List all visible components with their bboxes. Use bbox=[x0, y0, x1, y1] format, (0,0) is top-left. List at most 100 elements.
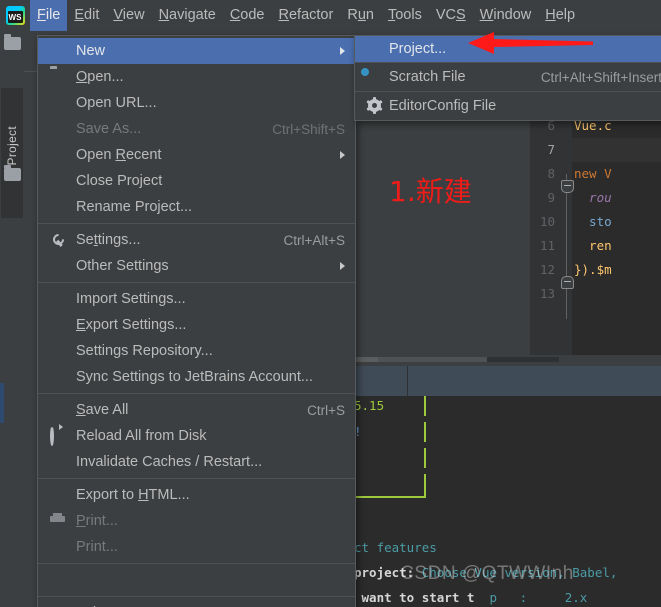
sidebar-item-project[interactable]: 1: Project bbox=[1, 88, 23, 218]
menu-item-export-settings[interactable]: Export Settings... bbox=[38, 312, 355, 338]
menu-item-rename-project[interactable]: Rename Project... bbox=[38, 194, 355, 220]
fold-collapse-icon[interactable] bbox=[561, 276, 574, 289]
menu-item-settings[interactable]: Settings... Ctrl+Alt+S bbox=[38, 227, 355, 253]
code-line: rou bbox=[574, 190, 612, 205]
line-number: 13 bbox=[539, 286, 555, 301]
line-number: 9 bbox=[547, 190, 555, 205]
menu-item-close-project[interactable]: Close Project bbox=[38, 168, 355, 194]
menu-item-label: Import Settings... bbox=[76, 291, 186, 307]
menu-item-shortcut: Ctrl+Alt+Shift+Insert bbox=[540, 69, 661, 85]
menu-item-label: Invalidate Caches / Restart... bbox=[76, 454, 263, 470]
menu-item-power-save-mode[interactable] bbox=[38, 567, 355, 593]
menu-item-label: Print... bbox=[76, 513, 118, 529]
submenu-item-editorconfig-file[interactable]: EditorConfig File bbox=[355, 92, 661, 120]
folder-icon-bottom[interactable] bbox=[4, 165, 21, 182]
code-line: sto bbox=[574, 214, 612, 229]
menu-item-label: Project... bbox=[389, 41, 447, 57]
menu-item-exit[interactable]: Exit bbox=[38, 600, 355, 607]
menubar-item-vcs[interactable]: VCS bbox=[429, 0, 473, 31]
menu-item-open-url[interactable]: Open URL... bbox=[38, 90, 355, 116]
menubar-item-refactor[interactable]: Refactor bbox=[272, 0, 341, 31]
scratch-file-icon bbox=[361, 68, 383, 85]
menubar-item-navigate[interactable]: Navigate bbox=[152, 0, 223, 31]
tool-window-tabs[interactable] bbox=[354, 366, 661, 396]
menu-item-reload-all-from-disk[interactable]: Reload All from Disk bbox=[38, 423, 355, 449]
menu-item-label: Close Project bbox=[76, 173, 163, 189]
menubar-item-edit[interactable]: Edit bbox=[67, 0, 106, 31]
menu-item-label: Open Recent bbox=[76, 147, 162, 163]
annotation-step-label: 1.新建 bbox=[389, 175, 472, 208]
menu-item-open[interactable]: Open... bbox=[38, 64, 355, 90]
code-folding-rail[interactable] bbox=[560, 114, 574, 372]
tool-tab-right[interactable] bbox=[408, 366, 661, 396]
active-tool-indicator bbox=[0, 383, 4, 423]
menu-item-label: Scratch File bbox=[389, 69, 466, 85]
menu-item-label: Settings Repository... bbox=[76, 343, 213, 359]
menubar-item-tools[interactable]: Tools bbox=[381, 0, 429, 31]
menu-item-save-all[interactable]: Save All Ctrl+S bbox=[38, 397, 355, 423]
menu-item-label: Settings... bbox=[76, 232, 141, 248]
menu-item-new[interactable]: New bbox=[38, 38, 355, 64]
menu-item-open-recent[interactable]: Open Recent bbox=[38, 142, 355, 168]
menubar-item-view[interactable]: View bbox=[106, 0, 151, 31]
gear-icon bbox=[366, 97, 383, 114]
submenu-item-scratch-file[interactable]: Scratch File Ctrl+Alt+Shift+Insert bbox=[355, 63, 661, 91]
code-text[interactable]: Vue.c new V rou sto ren }).$m bbox=[560, 114, 661, 372]
line-number: 7 bbox=[547, 142, 555, 157]
save-icon bbox=[50, 402, 66, 418]
main-menu-bar[interactable]: File Edit View Navigate Code Refactor Ru… bbox=[0, 0, 661, 31]
chevron-right-icon bbox=[340, 151, 345, 159]
webstorm-window: 1: Project 6 7 8 9 10 11 12 13 Vue.c new… bbox=[0, 0, 661, 607]
menu-item-label: Rename Project... bbox=[76, 199, 193, 215]
chevron-right-icon bbox=[340, 262, 345, 270]
menubar-item-help[interactable]: Help bbox=[538, 0, 582, 31]
menu-item-import-settings[interactable]: Import Settings... bbox=[38, 286, 355, 312]
file-menu-popup[interactable]: New Open... Open URL... Save As... Ctrl+… bbox=[37, 35, 356, 607]
terminal-prompt-text: want to start t bbox=[354, 590, 475, 605]
menu-item-label: Other Settings bbox=[76, 258, 169, 274]
menu-item-label: EditorConfig File bbox=[389, 98, 497, 114]
menu-item-settings-repository[interactable]: Settings Repository... bbox=[38, 338, 355, 364]
fold-collapse-icon[interactable] bbox=[561, 180, 574, 193]
menu-separator bbox=[38, 282, 355, 283]
menu-item-save-as: Save As... Ctrl+Shift+S bbox=[38, 116, 355, 142]
terminal-line: want to start t p : 2.x bbox=[354, 586, 588, 607]
menubar-item-code[interactable]: Code bbox=[223, 0, 272, 31]
tool-tab-left[interactable] bbox=[354, 366, 408, 396]
menu-item-label: Export Settings... bbox=[76, 317, 187, 333]
code-line: new V bbox=[574, 166, 612, 181]
menu-item-sync-settings[interactable]: Sync Settings to JetBrains Account... bbox=[38, 364, 355, 390]
header-segment bbox=[378, 357, 487, 362]
line-number: 10 bbox=[539, 214, 555, 229]
line-number: 11 bbox=[539, 238, 555, 253]
menu-item-label: Print... bbox=[76, 539, 118, 555]
chevron-right-icon bbox=[340, 47, 345, 55]
menu-item-export-to-html[interactable]: Export to HTML... bbox=[38, 482, 355, 508]
terminal-answer-text: p : 2.x bbox=[474, 590, 588, 605]
editor-gutter: 6 7 8 9 10 11 12 13 bbox=[530, 114, 560, 372]
folder-icon bbox=[50, 69, 66, 85]
menu-item-shortcut: Ctrl+Shift+S bbox=[272, 121, 345, 137]
header-segment bbox=[487, 357, 559, 362]
menubar-item-run[interactable]: Run bbox=[340, 0, 381, 31]
editor-body[interactable]: 6 7 8 9 10 11 12 13 Vue.c new V rou sto … bbox=[354, 114, 661, 372]
menubar-item-file[interactable]: File bbox=[30, 0, 68, 31]
menu-item-shortcut: Ctrl+Alt+S bbox=[283, 232, 345, 248]
menu-item-label: Save As... bbox=[76, 121, 142, 137]
menu-item-other-settings[interactable]: Other Settings bbox=[38, 253, 355, 279]
fold-guide-line bbox=[566, 174, 567, 319]
wrench-icon bbox=[50, 232, 66, 248]
left-tool-strip: 1: Project bbox=[0, 31, 25, 607]
header-segment bbox=[354, 357, 378, 362]
menu-separator bbox=[38, 223, 355, 224]
menu-item-invalidate-caches[interactable]: Invalidate Caches / Restart... bbox=[38, 449, 355, 475]
code-line: }).$m bbox=[574, 262, 612, 277]
print-icon bbox=[50, 513, 66, 529]
editor-horizontal-scrollbar[interactable] bbox=[560, 347, 661, 355]
menu-item-label: Open... bbox=[76, 69, 124, 85]
menubar-item-window[interactable]: Window bbox=[473, 0, 539, 31]
menu-item-associate-with-file-type: Print... bbox=[38, 534, 355, 560]
caret-row-highlight bbox=[560, 138, 661, 162]
project-folder-icon-top[interactable] bbox=[4, 34, 21, 51]
